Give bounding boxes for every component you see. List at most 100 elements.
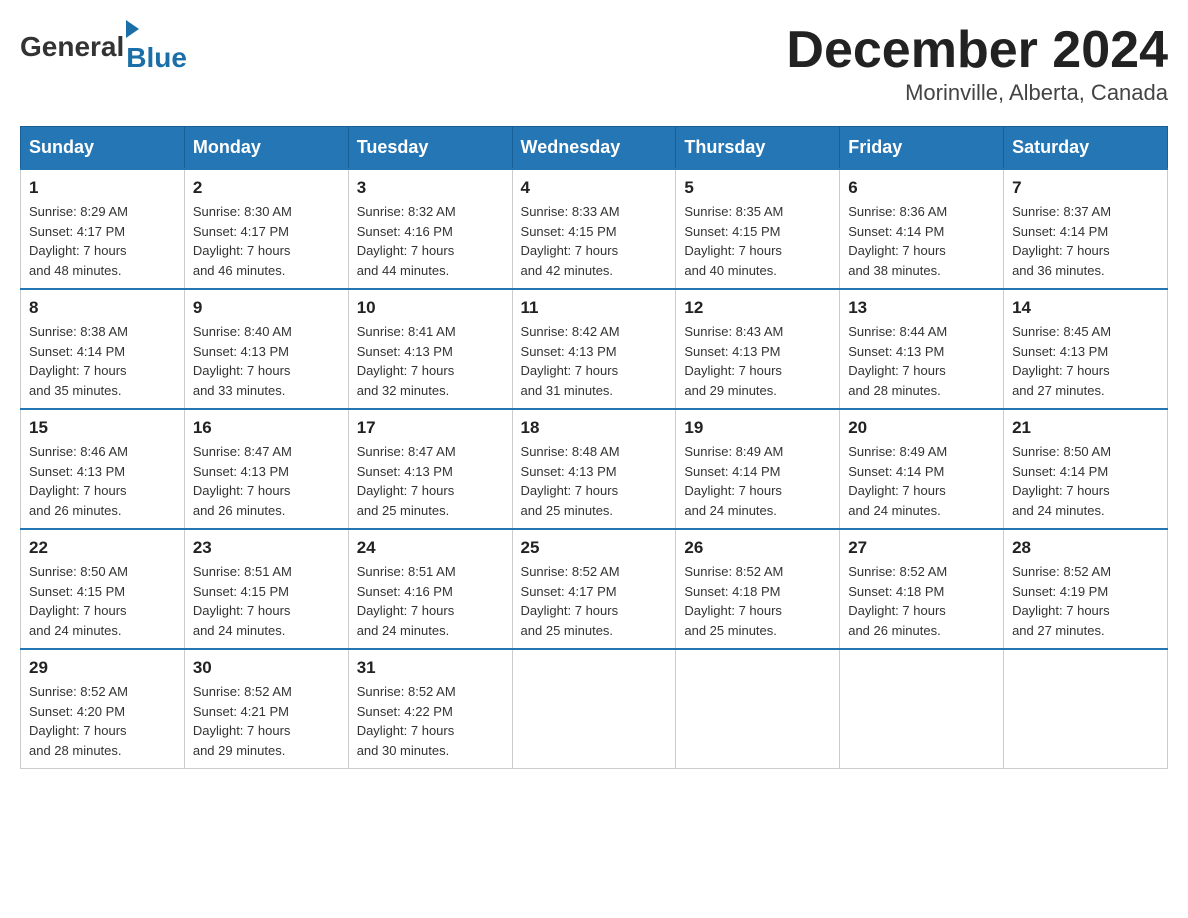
day-of-week-header: Wednesday <box>512 127 676 170</box>
day-info: Sunrise: 8:52 AM Sunset: 4:20 PM Dayligh… <box>29 682 176 760</box>
day-number: 14 <box>1012 298 1159 318</box>
calendar-cell: 12 Sunrise: 8:43 AM Sunset: 4:13 PM Dayl… <box>676 289 840 409</box>
calendar-cell: 26 Sunrise: 8:52 AM Sunset: 4:18 PM Dayl… <box>676 529 840 649</box>
day-info: Sunrise: 8:50 AM Sunset: 4:14 PM Dayligh… <box>1012 442 1159 520</box>
day-number: 12 <box>684 298 831 318</box>
day-number: 8 <box>29 298 176 318</box>
location: Morinville, Alberta, Canada <box>786 80 1168 106</box>
day-number: 9 <box>193 298 340 318</box>
day-number: 11 <box>521 298 668 318</box>
day-info: Sunrise: 8:29 AM Sunset: 4:17 PM Dayligh… <box>29 202 176 280</box>
day-number: 19 <box>684 418 831 438</box>
day-info: Sunrise: 8:52 AM Sunset: 4:18 PM Dayligh… <box>684 562 831 640</box>
day-info: Sunrise: 8:50 AM Sunset: 4:15 PM Dayligh… <box>29 562 176 640</box>
calendar-cell: 15 Sunrise: 8:46 AM Sunset: 4:13 PM Dayl… <box>21 409 185 529</box>
day-number: 27 <box>848 538 995 558</box>
day-info: Sunrise: 8:49 AM Sunset: 4:14 PM Dayligh… <box>684 442 831 520</box>
calendar-cell: 6 Sunrise: 8:36 AM Sunset: 4:14 PM Dayli… <box>840 169 1004 289</box>
day-number: 4 <box>521 178 668 198</box>
day-number: 23 <box>193 538 340 558</box>
day-number: 13 <box>848 298 995 318</box>
day-number: 26 <box>684 538 831 558</box>
day-info: Sunrise: 8:52 AM Sunset: 4:22 PM Dayligh… <box>357 682 504 760</box>
calendar-week-row: 8 Sunrise: 8:38 AM Sunset: 4:14 PM Dayli… <box>21 289 1168 409</box>
calendar-cell: 7 Sunrise: 8:37 AM Sunset: 4:14 PM Dayli… <box>1004 169 1168 289</box>
calendar-cell: 23 Sunrise: 8:51 AM Sunset: 4:15 PM Dayl… <box>184 529 348 649</box>
calendar-cell: 21 Sunrise: 8:50 AM Sunset: 4:14 PM Dayl… <box>1004 409 1168 529</box>
day-info: Sunrise: 8:46 AM Sunset: 4:13 PM Dayligh… <box>29 442 176 520</box>
day-info: Sunrise: 8:48 AM Sunset: 4:13 PM Dayligh… <box>521 442 668 520</box>
calendar-cell <box>1004 649 1168 769</box>
day-number: 3 <box>357 178 504 198</box>
calendar-cell: 25 Sunrise: 8:52 AM Sunset: 4:17 PM Dayl… <box>512 529 676 649</box>
calendar-cell: 24 Sunrise: 8:51 AM Sunset: 4:16 PM Dayl… <box>348 529 512 649</box>
calendar-cell: 14 Sunrise: 8:45 AM Sunset: 4:13 PM Dayl… <box>1004 289 1168 409</box>
day-info: Sunrise: 8:44 AM Sunset: 4:13 PM Dayligh… <box>848 322 995 400</box>
day-number: 17 <box>357 418 504 438</box>
title-section: December 2024 Morinville, Alberta, Canad… <box>786 20 1168 106</box>
calendar-cell: 8 Sunrise: 8:38 AM Sunset: 4:14 PM Dayli… <box>21 289 185 409</box>
day-of-week-header: Saturday <box>1004 127 1168 170</box>
day-info: Sunrise: 8:32 AM Sunset: 4:16 PM Dayligh… <box>357 202 504 280</box>
calendar-cell: 4 Sunrise: 8:33 AM Sunset: 4:15 PM Dayli… <box>512 169 676 289</box>
calendar-cell: 2 Sunrise: 8:30 AM Sunset: 4:17 PM Dayli… <box>184 169 348 289</box>
calendar-cell: 5 Sunrise: 8:35 AM Sunset: 4:15 PM Dayli… <box>676 169 840 289</box>
day-number: 31 <box>357 658 504 678</box>
day-info: Sunrise: 8:52 AM Sunset: 4:18 PM Dayligh… <box>848 562 995 640</box>
page-header: General Blue December 2024 Morinville, A… <box>20 20 1168 106</box>
calendar-week-row: 22 Sunrise: 8:50 AM Sunset: 4:15 PM Dayl… <box>21 529 1168 649</box>
calendar-cell: 10 Sunrise: 8:41 AM Sunset: 4:13 PM Dayl… <box>348 289 512 409</box>
calendar-cell: 27 Sunrise: 8:52 AM Sunset: 4:18 PM Dayl… <box>840 529 1004 649</box>
day-number: 10 <box>357 298 504 318</box>
day-info: Sunrise: 8:52 AM Sunset: 4:21 PM Dayligh… <box>193 682 340 760</box>
day-number: 30 <box>193 658 340 678</box>
logo-blue-text: Blue <box>126 42 187 74</box>
day-number: 1 <box>29 178 176 198</box>
day-number: 21 <box>1012 418 1159 438</box>
calendar-table: SundayMondayTuesdayWednesdayThursdayFrid… <box>20 126 1168 769</box>
day-number: 28 <box>1012 538 1159 558</box>
day-number: 7 <box>1012 178 1159 198</box>
calendar-cell <box>676 649 840 769</box>
day-info: Sunrise: 8:37 AM Sunset: 4:14 PM Dayligh… <box>1012 202 1159 280</box>
day-number: 25 <box>521 538 668 558</box>
calendar-cell: 3 Sunrise: 8:32 AM Sunset: 4:16 PM Dayli… <box>348 169 512 289</box>
day-number: 22 <box>29 538 176 558</box>
day-info: Sunrise: 8:52 AM Sunset: 4:17 PM Dayligh… <box>521 562 668 640</box>
calendar-cell: 9 Sunrise: 8:40 AM Sunset: 4:13 PM Dayli… <box>184 289 348 409</box>
calendar-cell: 29 Sunrise: 8:52 AM Sunset: 4:20 PM Dayl… <box>21 649 185 769</box>
day-info: Sunrise: 8:40 AM Sunset: 4:13 PM Dayligh… <box>193 322 340 400</box>
day-info: Sunrise: 8:47 AM Sunset: 4:13 PM Dayligh… <box>193 442 340 520</box>
day-info: Sunrise: 8:49 AM Sunset: 4:14 PM Dayligh… <box>848 442 995 520</box>
calendar-week-row: 15 Sunrise: 8:46 AM Sunset: 4:13 PM Dayl… <box>21 409 1168 529</box>
day-number: 20 <box>848 418 995 438</box>
calendar-cell: 11 Sunrise: 8:42 AM Sunset: 4:13 PM Dayl… <box>512 289 676 409</box>
day-info: Sunrise: 8:30 AM Sunset: 4:17 PM Dayligh… <box>193 202 340 280</box>
day-of-week-header: Thursday <box>676 127 840 170</box>
calendar-header-row: SundayMondayTuesdayWednesdayThursdayFrid… <box>21 127 1168 170</box>
calendar-cell: 20 Sunrise: 8:49 AM Sunset: 4:14 PM Dayl… <box>840 409 1004 529</box>
day-info: Sunrise: 8:47 AM Sunset: 4:13 PM Dayligh… <box>357 442 504 520</box>
logo: General Blue <box>20 20 187 74</box>
calendar-cell: 22 Sunrise: 8:50 AM Sunset: 4:15 PM Dayl… <box>21 529 185 649</box>
day-of-week-header: Sunday <box>21 127 185 170</box>
day-info: Sunrise: 8:38 AM Sunset: 4:14 PM Dayligh… <box>29 322 176 400</box>
day-info: Sunrise: 8:41 AM Sunset: 4:13 PM Dayligh… <box>357 322 504 400</box>
day-number: 6 <box>848 178 995 198</box>
day-info: Sunrise: 8:33 AM Sunset: 4:15 PM Dayligh… <box>521 202 668 280</box>
day-number: 29 <box>29 658 176 678</box>
day-of-week-header: Monday <box>184 127 348 170</box>
day-number: 5 <box>684 178 831 198</box>
calendar-cell <box>840 649 1004 769</box>
day-info: Sunrise: 8:45 AM Sunset: 4:13 PM Dayligh… <box>1012 322 1159 400</box>
calendar-cell: 18 Sunrise: 8:48 AM Sunset: 4:13 PM Dayl… <box>512 409 676 529</box>
calendar-week-row: 1 Sunrise: 8:29 AM Sunset: 4:17 PM Dayli… <box>21 169 1168 289</box>
logo-general-text: General <box>20 31 124 63</box>
calendar-cell: 31 Sunrise: 8:52 AM Sunset: 4:22 PM Dayl… <box>348 649 512 769</box>
calendar-cell: 16 Sunrise: 8:47 AM Sunset: 4:13 PM Dayl… <box>184 409 348 529</box>
day-info: Sunrise: 8:43 AM Sunset: 4:13 PM Dayligh… <box>684 322 831 400</box>
day-number: 18 <box>521 418 668 438</box>
day-info: Sunrise: 8:35 AM Sunset: 4:15 PM Dayligh… <box>684 202 831 280</box>
calendar-cell: 28 Sunrise: 8:52 AM Sunset: 4:19 PM Dayl… <box>1004 529 1168 649</box>
day-of-week-header: Friday <box>840 127 1004 170</box>
